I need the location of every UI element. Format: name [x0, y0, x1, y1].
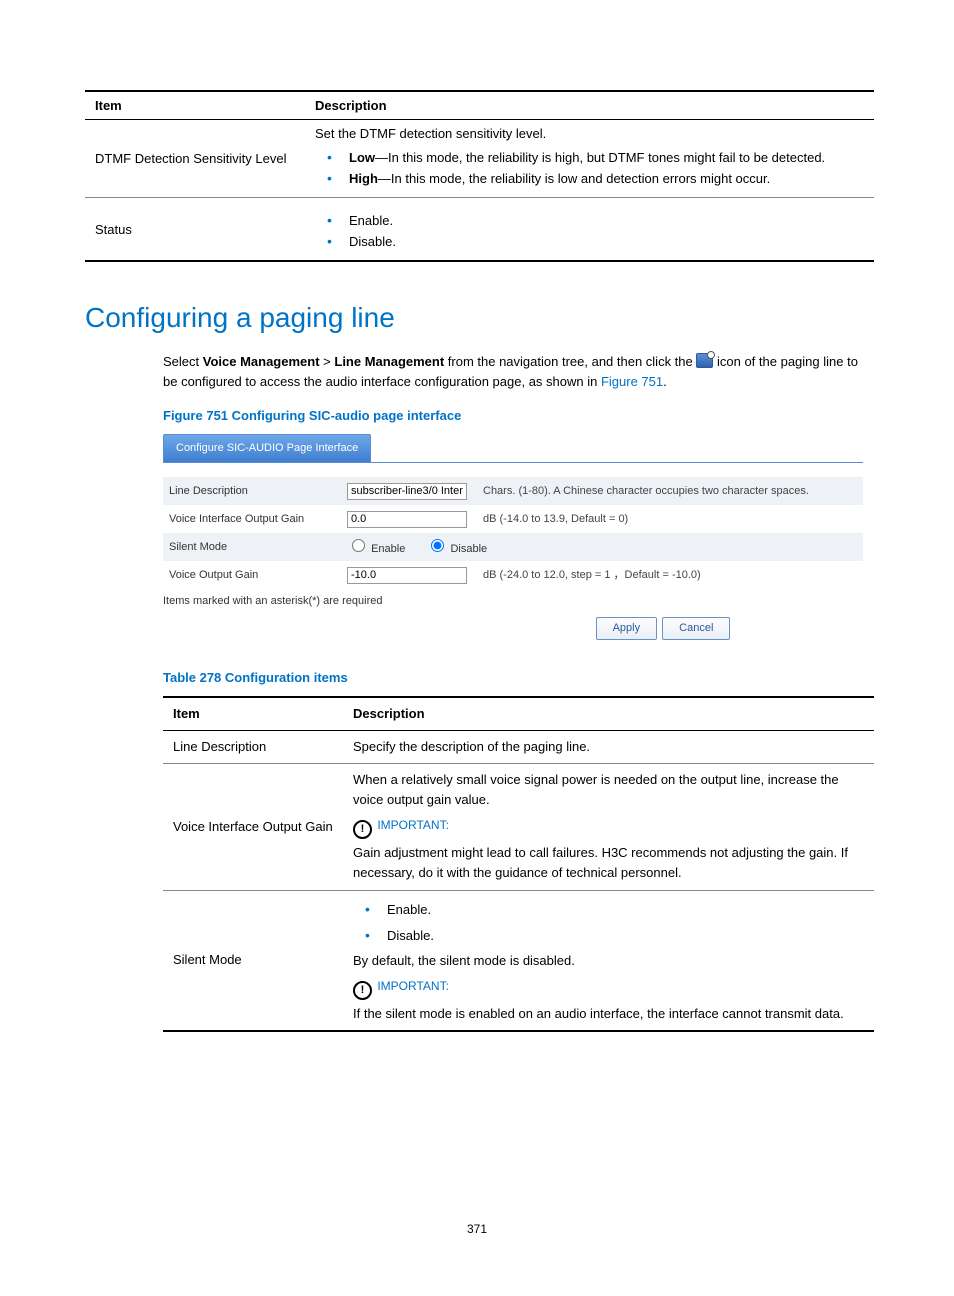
text: .	[663, 374, 667, 389]
cell-item: Line Description	[163, 730, 343, 763]
output-gain-input[interactable]	[347, 511, 467, 528]
radio-label: Enable	[371, 543, 405, 555]
important-label: ! IMPORTANT:	[353, 816, 864, 839]
page-number: 371	[0, 1222, 954, 1236]
text: If the silent mode is enabled on an audi…	[353, 1004, 864, 1024]
table-row: Silent Mode Enable. Disable. By default,…	[163, 890, 874, 1031]
th-item: Item	[85, 91, 305, 120]
th-item: Item	[163, 697, 343, 731]
radio-disable[interactable]: Disable	[426, 543, 487, 555]
row-silent-mode: Silent Mode Enable Disable	[163, 533, 863, 561]
line-description-input[interactable]	[347, 483, 467, 500]
cell-item: Voice Interface Output Gain	[163, 763, 343, 890]
table-row: Voice Interface Output Gain When a relat…	[163, 763, 874, 890]
figure-caption: Figure 751 Configuring SIC-audio page in…	[163, 406, 874, 426]
important-text: IMPORTANT:	[377, 979, 449, 993]
text: By default, the silent mode is disabled.	[353, 951, 864, 971]
important-text: IMPORTANT:	[377, 818, 449, 832]
tab-config[interactable]: Configure SIC-AUDIO Page Interface	[163, 434, 371, 462]
important-icon: !	[353, 981, 372, 1000]
hint: dB (-14.0 to 13.9, Default = 0)	[483, 511, 628, 528]
text: Gain adjustment might lead to call failu…	[353, 843, 864, 883]
config-panel: Configure SIC-AUDIO Page Interface Line …	[163, 434, 863, 639]
row-voice-output-gain: Voice Output Gain dB (-24.0 to 12.0, ste…	[163, 561, 863, 589]
config-items-table: Item Description Line Description Specif…	[163, 696, 874, 1032]
label: Silent Mode	[169, 539, 347, 556]
important-label: ! IMPORTANT:	[353, 977, 864, 1000]
dtmf-table: Item Description DTMF Detection Sensitiv…	[85, 90, 874, 262]
list-item: Enable.	[343, 210, 864, 231]
radio-disable-input[interactable]	[431, 539, 444, 552]
important-icon: !	[353, 820, 372, 839]
list-item: High—In this mode, the reliability is lo…	[343, 168, 864, 189]
radio-enable-input[interactable]	[352, 539, 365, 552]
label: Voice Interface Output Gain	[169, 511, 347, 528]
cell-desc: When a relatively small voice signal pow…	[343, 763, 874, 890]
list-item: Disable.	[343, 231, 864, 252]
radio-enable[interactable]: Enable	[347, 543, 405, 555]
table-row: Status Enable. Disable.	[85, 198, 874, 262]
list-item: Low—In this mode, the reliability is hig…	[343, 147, 864, 168]
cell-desc: Specify the description of the paging li…	[343, 730, 874, 763]
row-line-description: Line Description Chars. (1-80). A Chines…	[163, 477, 863, 505]
cell-desc: Set the DTMF detection sensitivity level…	[305, 120, 874, 198]
th-desc: Description	[343, 697, 874, 731]
intro-paragraph: Select Voice Management > Line Managemen…	[163, 352, 874, 392]
hint: Chars. (1-80). A Chinese character occup…	[483, 483, 809, 500]
table-row: Line Description Specify the description…	[163, 730, 874, 763]
text: from the navigation tree, and then click…	[444, 354, 696, 369]
radio-label: Disable	[450, 543, 487, 555]
text: >	[320, 354, 335, 369]
cell-item: DTMF Detection Sensitivity Level	[85, 120, 305, 198]
section-heading: Configuring a paging line	[85, 302, 874, 334]
text: Select	[163, 354, 203, 369]
hint: dB (-24.0 to 12.0, step = 1 ，Default = -…	[483, 567, 701, 584]
list-item: Enable.	[381, 897, 864, 923]
row-output-gain: Voice Interface Output Gain dB (-14.0 to…	[163, 505, 863, 533]
nav-line: Line Management	[334, 354, 444, 369]
figure-link[interactable]: Figure 751	[601, 374, 663, 389]
bold: High	[349, 171, 378, 186]
bold: Low	[349, 150, 375, 165]
th-desc: Description	[305, 91, 874, 120]
cell-item: Status	[85, 198, 305, 262]
dtmf-intro: Set the DTMF detection sensitivity level…	[315, 126, 864, 141]
text: —In this mode, the reliability is high, …	[375, 150, 825, 165]
voice-output-gain-input[interactable]	[347, 567, 467, 584]
list-item: Disable.	[381, 923, 864, 949]
label: Voice Output Gain	[169, 567, 347, 584]
table-row: DTMF Detection Sensitivity Level Set the…	[85, 120, 874, 198]
cell-desc: Enable. Disable. By default, the silent …	[343, 890, 874, 1031]
text: When a relatively small voice signal pow…	[353, 770, 864, 810]
cell-item: Silent Mode	[163, 890, 343, 1031]
required-note: Items marked with an asterisk(*) are req…	[163, 593, 863, 610]
nav-voice: Voice Management	[203, 354, 320, 369]
cell-desc: Enable. Disable.	[305, 198, 874, 262]
table-caption: Table 278 Configuration items	[163, 668, 874, 688]
apply-button[interactable]: Apply	[596, 617, 658, 640]
label: Line Description	[169, 483, 347, 500]
cancel-button[interactable]: Cancel	[662, 617, 730, 640]
text: —In this mode, the reliability is low an…	[378, 171, 770, 186]
edit-icon	[696, 353, 713, 368]
